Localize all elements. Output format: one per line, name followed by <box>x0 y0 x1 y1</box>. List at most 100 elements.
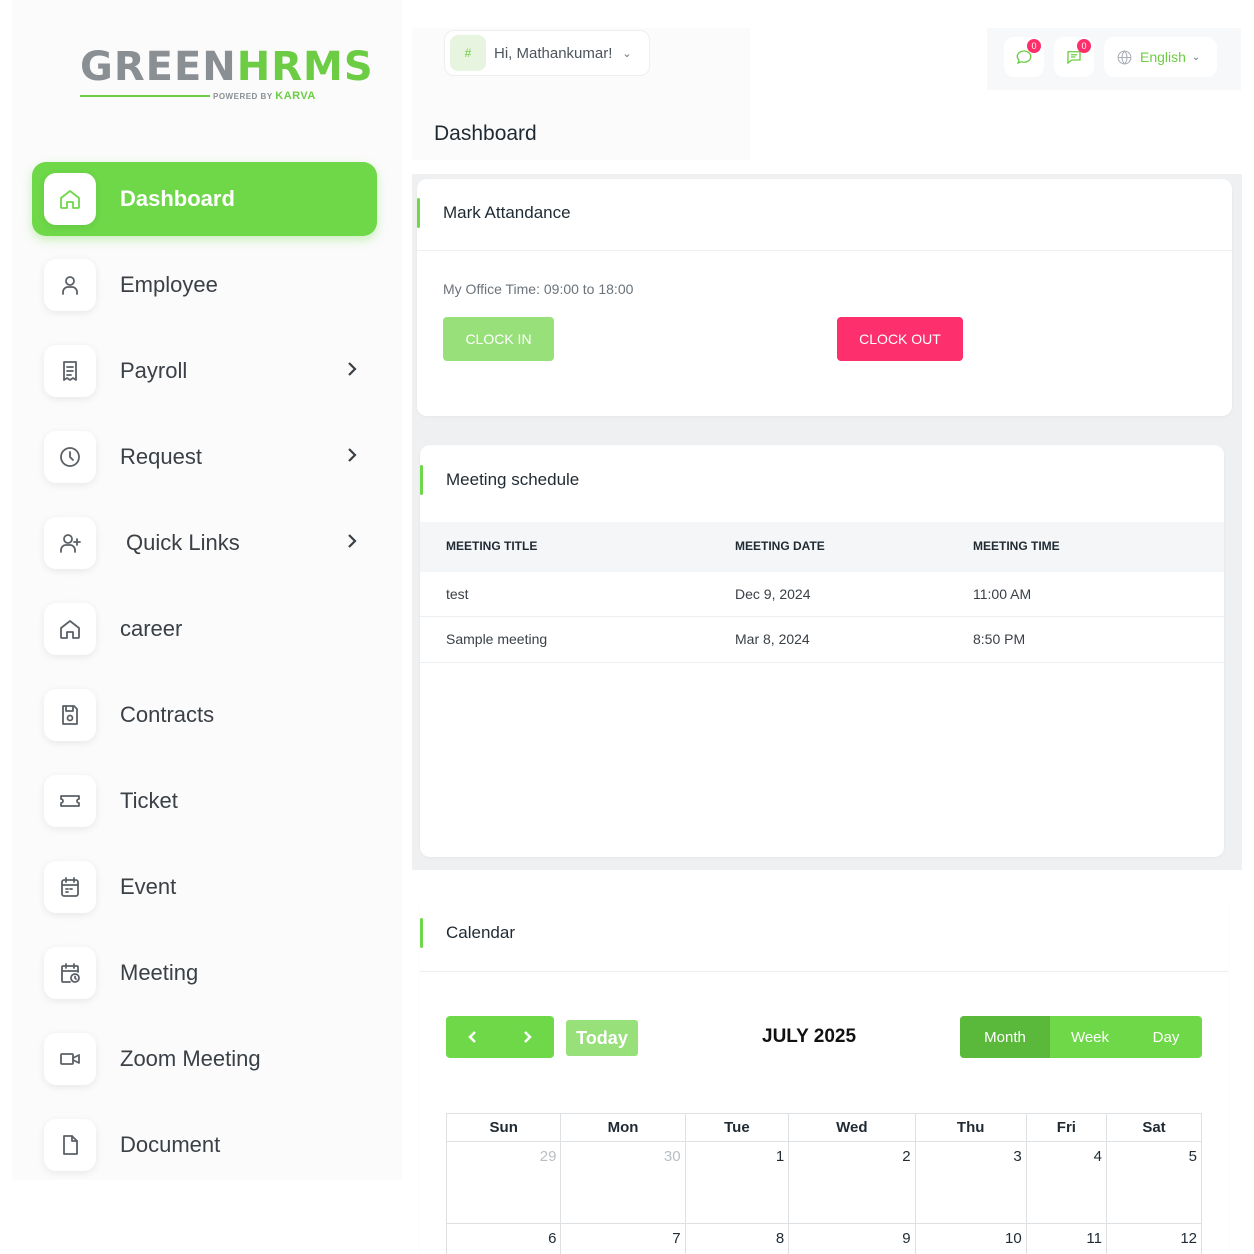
sidebar: GREENHRMS POWERED BY KARVA Dashboard Emp… <box>12 0 402 1180</box>
attendance-title: Mark Attandance <box>443 203 571 222</box>
sidebar-item-label: Meeting <box>120 960 199 985</box>
calendar-day-cell[interactable]: 7 <box>560 1223 686 1254</box>
calendar-day-cell[interactable]: 10 <box>914 1223 1027 1254</box>
sidebar-item-quick-links[interactable]: Quick Links <box>32 506 377 580</box>
clock-icon <box>44 431 96 483</box>
calendar-day-cell[interactable]: 29 <box>445 1141 562 1224</box>
clock-in-button[interactable]: CLOCK IN <box>443 317 554 361</box>
chevron-left-icon <box>468 1031 476 1043</box>
calendar-grid: Sun Mon Tue Wed Thu Fri Sat 29 30 1 2 3 … <box>445 1113 1202 1254</box>
chevron-down-icon: ⌄ <box>622 47 632 60</box>
ticket-icon <box>44 775 96 827</box>
file-icon <box>44 1119 96 1171</box>
calendar-week-row: 6 7 8 9 10 11 12 <box>445 1223 1202 1254</box>
calendar-day-cell[interactable]: 3 <box>914 1141 1027 1224</box>
meeting-title-cell: Sample meeting <box>446 631 548 647</box>
weekday-header: Tue <box>684 1113 790 1142</box>
sidebar-item-label: Zoom Meeting <box>120 1046 261 1071</box>
sidebar-item-label: Quick Links <box>126 530 240 555</box>
calendar-day-cell[interactable]: 8 <box>684 1223 790 1254</box>
sidebar-item-zoom-meeting[interactable]: Zoom Meeting <box>32 1022 377 1096</box>
home-icon <box>44 173 96 225</box>
logo-underline <box>80 95 210 97</box>
calendar-day-cell[interactable]: 11 <box>1025 1223 1108 1254</box>
calendar-day-cell[interactable]: 1 <box>684 1141 790 1224</box>
sidebar-item-meeting[interactable]: Meeting <box>32 936 377 1010</box>
user-greeting: Hi, Mathankumar! <box>494 44 613 62</box>
calendar-weekday-row: Sun Mon Tue Wed Thu Fri Sat <box>445 1113 1202 1142</box>
clock-out-button[interactable]: CLOCK OUT <box>837 317 963 361</box>
calendar-view-switcher: Month Week Day <box>960 1016 1202 1058</box>
meeting-time-cell: 8:50 PM <box>973 631 1026 647</box>
user-plus-icon <box>44 517 96 569</box>
card-accent-bar <box>420 918 423 948</box>
office-time: My Office Time: 09:00 to 18:00 <box>443 281 634 297</box>
meeting-schedule-card: Meeting schedule MEETING TITLE MEETING D… <box>420 445 1224 857</box>
sidebar-item-label: Request <box>120 444 202 469</box>
calendar-day-cell[interactable]: 6 <box>445 1223 562 1254</box>
sidebar-item-label: Payroll <box>120 358 188 383</box>
chevron-right-icon <box>347 533 357 549</box>
table-row[interactable]: test Dec 9, 2024 11:00 AM <box>420 572 1224 617</box>
weekday-header: Sat <box>1106 1113 1202 1142</box>
column-header-time[interactable]: MEETING TIME <box>973 539 1060 553</box>
calendar-today-button[interactable]: Today <box>566 1020 638 1056</box>
avatar: # <box>450 35 486 71</box>
column-header-title[interactable]: MEETING TITLE <box>446 539 537 553</box>
chat-count-badge: 0 <box>1027 39 1041 53</box>
calendar-week-row: 29 30 1 2 3 4 5 <box>445 1141 1202 1224</box>
message-notification-button[interactable]: 0 <box>1054 37 1094 77</box>
card-accent-bar <box>420 465 423 495</box>
user-menu[interactable]: # Hi, Mathankumar! ⌄ <box>444 30 650 76</box>
sidebar-item-document[interactable]: Document <box>32 1108 377 1182</box>
view-month-button[interactable]: Month <box>960 1016 1050 1058</box>
sidebar-item-contracts[interactable]: Contracts <box>32 678 377 752</box>
language-label: English <box>1140 49 1186 65</box>
calendar-nav-group <box>446 1016 554 1058</box>
view-week-button[interactable]: Week <box>1050 1016 1130 1058</box>
message-count-badge: 0 <box>1077 39 1091 53</box>
chevron-right-icon <box>347 361 357 377</box>
logo-word-green: GREEN <box>80 44 237 90</box>
weekday-header: Mon <box>560 1113 686 1142</box>
meeting-table-header: MEETING TITLE MEETING DATE MEETING TIME <box>420 522 1224 572</box>
sidebar-item-label: Document <box>120 1132 221 1157</box>
sidebar-item-dashboard[interactable]: Dashboard <box>32 162 377 236</box>
chat-notification-button[interactable]: 0 <box>1004 37 1044 77</box>
greenhrms-logo[interactable]: GREENHRMS POWERED BY KARVA <box>80 44 373 104</box>
sidebar-item-request[interactable]: Request <box>32 420 377 494</box>
table-row[interactable]: Sample meeting Mar 8, 2024 8:50 PM <box>420 617 1224 663</box>
sidebar-item-event[interactable]: Event <box>32 850 377 924</box>
calendar-clock-icon <box>44 947 96 999</box>
view-day-button[interactable]: Day <box>1130 1016 1202 1058</box>
card-divider <box>420 971 1228 972</box>
calendar-day-cell[interactable]: 4 <box>1025 1141 1108 1224</box>
receipt-icon <box>44 345 96 397</box>
logo-word-hrms: HRMS <box>236 44 374 90</box>
sidebar-item-employee[interactable]: Employee <box>32 248 377 322</box>
calendar-prev-button[interactable] <box>446 1016 500 1058</box>
calendar-next-button[interactable] <box>500 1016 554 1058</box>
logo-powered-by: POWERED BY KARVA <box>213 90 316 102</box>
calendar-day-cell[interactable]: 5 <box>1106 1141 1202 1224</box>
calendar-day-cell[interactable]: 12 <box>1106 1223 1202 1254</box>
sidebar-item-label: Ticket <box>120 788 178 813</box>
weekday-header: Wed <box>788 1113 916 1142</box>
sidebar-item-ticket[interactable]: Ticket <box>32 764 377 838</box>
sidebar-item-payroll[interactable]: Payroll <box>32 334 377 408</box>
calendar-day-cell[interactable]: 9 <box>788 1223 916 1254</box>
weekday-header: Thu <box>914 1113 1027 1142</box>
calendar-day-cell[interactable]: 30 <box>560 1141 686 1224</box>
weekday-header: Fri <box>1025 1113 1108 1142</box>
meeting-time-cell: 11:00 AM <box>973 586 1032 602</box>
calendar-day-cell[interactable]: 2 <box>788 1141 916 1224</box>
column-header-date[interactable]: MEETING DATE <box>735 539 825 553</box>
logo-wordmark: GREENHRMS <box>80 44 373 90</box>
language-selector[interactable]: English ⌄ <box>1104 37 1217 77</box>
sidebar-item-label: career <box>120 616 183 641</box>
chevron-right-icon <box>347 447 357 463</box>
chevron-right-icon <box>524 1031 532 1043</box>
video-icon <box>44 1033 96 1085</box>
meeting-schedule-title: Meeting schedule <box>446 470 580 489</box>
sidebar-item-career[interactable]: career <box>32 592 377 666</box>
